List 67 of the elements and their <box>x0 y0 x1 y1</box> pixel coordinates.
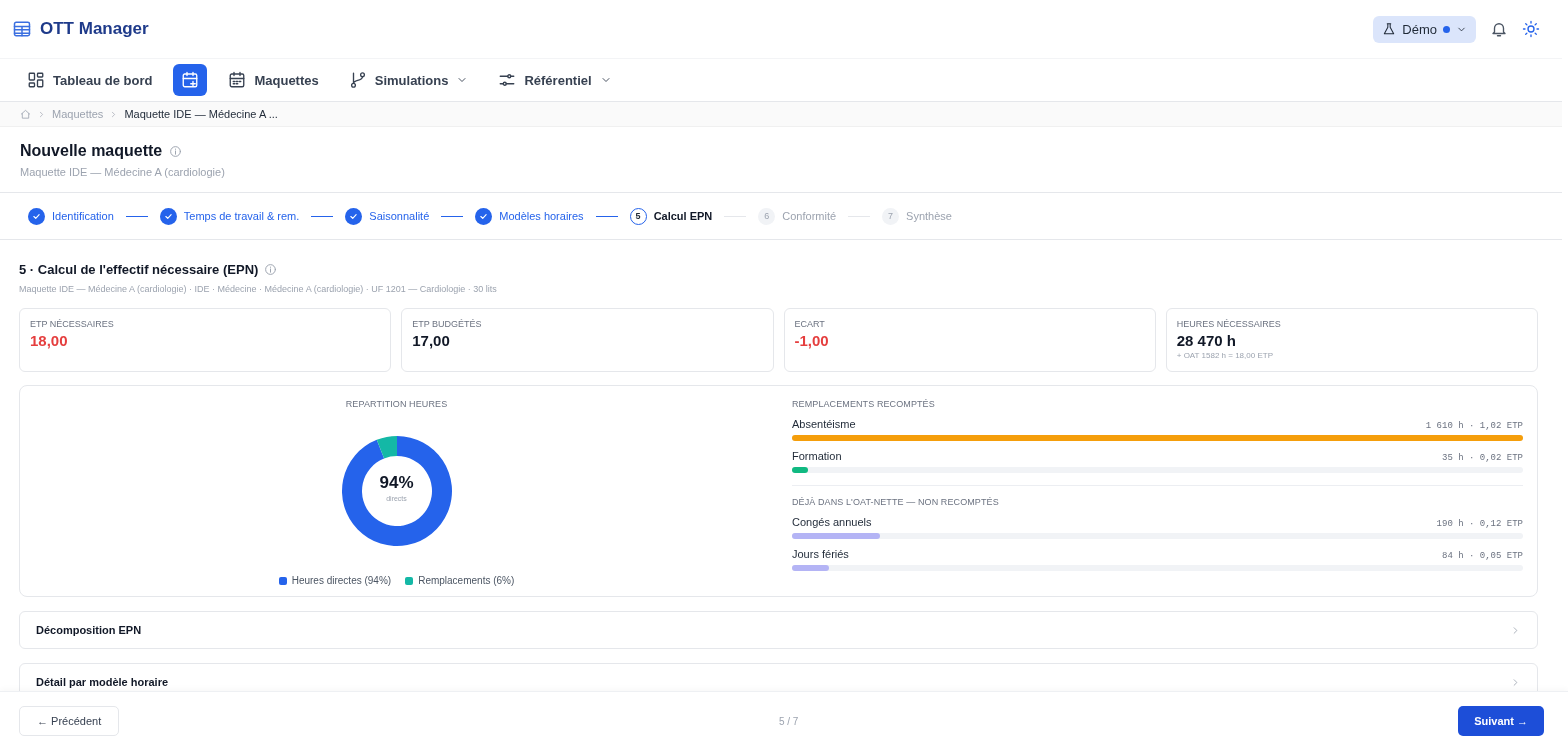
bell-icon[interactable] <box>1490 20 1508 38</box>
table-icon <box>12 19 32 39</box>
bar-reading: 1 610 h · 1,02 ETP <box>1425 421 1523 431</box>
kpi-label: ETP BUDGÉTÉS <box>412 319 483 329</box>
previous-button[interactable]: ← Précédent <box>19 706 120 736</box>
kpi-value: -1,00 <box>794 332 830 349</box>
bar-label: Jours fériés <box>792 548 849 560</box>
step-tab[interactable]: Identification <box>28 207 114 225</box>
step-tab[interactable]: 5 Calcul EPN <box>629 207 713 225</box>
step-marker: 6 <box>758 207 776 225</box>
step-counter: 5 / 7 <box>778 715 799 727</box>
bar-reading: 190 h · 0,12 ETP <box>1436 519 1523 529</box>
status-dot <box>1443 25 1450 33</box>
check-icon <box>163 211 173 221</box>
page-title: Nouvelle maquette <box>20 142 163 160</box>
bar-label: Congés annuels <box>792 516 872 528</box>
kpi-label: HEURES NÉCESSAIRES <box>1176 319 1282 329</box>
check-icon <box>349 211 359 221</box>
step-tab[interactable]: Temps de travail & rem. <box>159 207 300 225</box>
chevron-icon <box>37 109 46 119</box>
bar-label: Absentéisme <box>792 418 856 430</box>
sliders-icon <box>498 71 517 89</box>
legend-label: Heures directes (94%) <box>291 575 392 586</box>
nav-tab[interactable]: Simulations <box>339 64 478 96</box>
calendar-icon <box>228 71 247 89</box>
donut-slice <box>376 436 397 459</box>
step-tab[interactable]: Modèles horaires <box>475 207 584 225</box>
center-value: 94% <box>379 473 414 493</box>
flask-icon <box>1382 22 1397 36</box>
kpi-value: 17,00 <box>412 332 451 349</box>
nav-tab[interactable]: Référentiel <box>489 64 621 96</box>
grid-icon <box>27 71 45 89</box>
step-marker: 7 <box>882 207 900 225</box>
nav-tab[interactable]: Tableau de bord <box>18 64 162 96</box>
nav-tab[interactable] <box>173 64 208 96</box>
accordion-header[interactable]: Décomposition EPN <box>19 611 1538 649</box>
info-icon <box>264 263 278 276</box>
kpi-value: 28 470 h <box>1176 332 1237 349</box>
calendar-plus-icon <box>181 71 200 89</box>
nav-tab[interactable]: Maquettes <box>219 64 328 96</box>
bar-reading: 35 h · 0,02 ETP <box>1442 453 1523 463</box>
section-title: 5 · Calcul de l'effectif nécessaire (EPN) <box>19 262 259 277</box>
sun-icon[interactable] <box>1522 20 1540 38</box>
accordion-header[interactable]: Détail par modèle horaire <box>19 663 1538 691</box>
step-tab[interactable]: Saisonnalité <box>345 207 430 225</box>
breadcrumb-link[interactable]: Maquette IDE — Médecine A ... <box>124 108 278 120</box>
group-title: DÉJÀ DANS L'OAT-NETTE — NON RECOMPTÉS <box>792 497 1000 507</box>
kpi-value: 18,00 <box>30 332 69 349</box>
app-title: OTT Manager <box>40 19 149 39</box>
home-icon <box>20 108 31 120</box>
check-icon <box>32 211 41 221</box>
next-button[interactable]: Suivant → <box>1458 706 1544 736</box>
branch-icon <box>348 71 367 89</box>
kpi-label: ETP NÉCESSAIRES <box>30 319 115 329</box>
donut-slice <box>341 436 452 546</box>
chart-title: REPARTITION HEURES <box>345 399 448 409</box>
bar-reading: 84 h · 0,05 ETP <box>1442 551 1523 561</box>
legend-label: Remplacements (6%) <box>418 575 515 586</box>
bar-label: Formation <box>792 450 842 462</box>
page-subtitle: Maquette IDE — Médecine A (cardiologie) <box>20 166 226 178</box>
check-icon <box>479 211 489 221</box>
info-icon <box>169 144 183 158</box>
section-context: Maquette IDE — Médecine A (cardiologie) · IDE · Médecine · Médecine A (cardiologie) · UF 1201 — Cardiologie · 30 lits <box>19 284 498 294</box>
kpi-note: + OAT 1582 h = 18,00 ETP <box>1176 351 1274 360</box>
mode-button[interactable]: Démo <box>1373 15 1476 43</box>
kpi-label: ECART <box>794 319 826 329</box>
group-title: REMPLACEMENTS RECOMPTÉS <box>792 399 936 409</box>
